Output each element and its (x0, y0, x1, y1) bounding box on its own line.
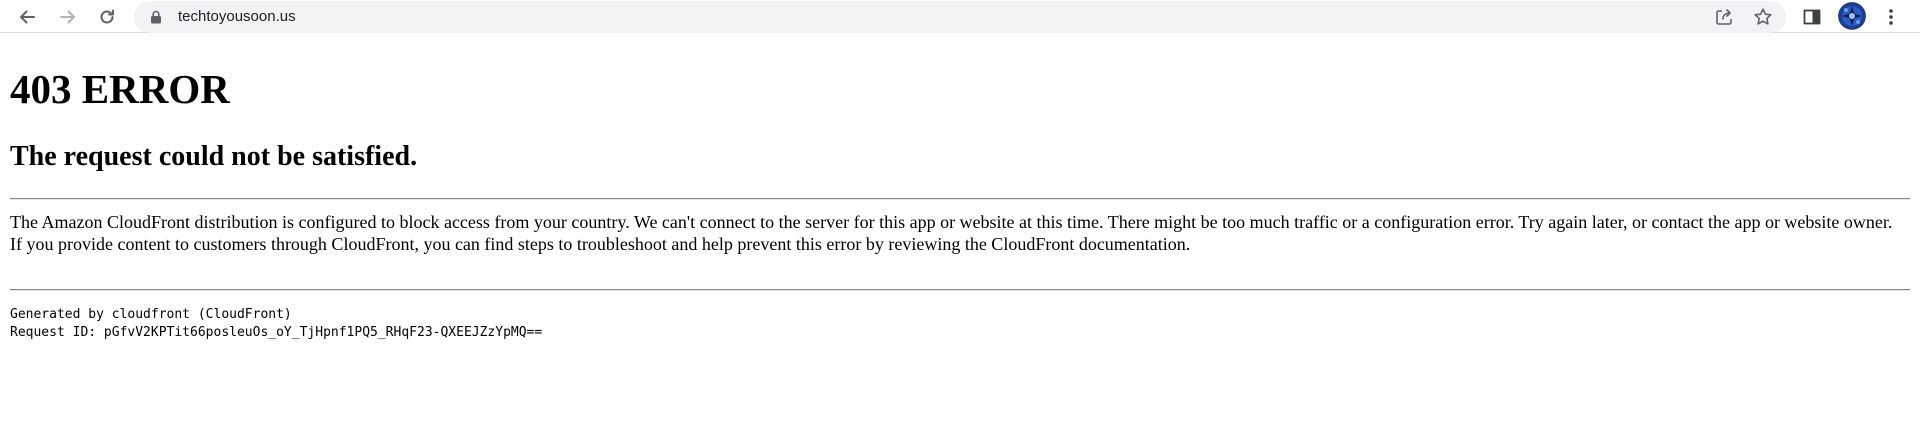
avatar[interactable] (1838, 2, 1866, 30)
generated-by-text: Generated by cloudfront (CloudFront) (10, 307, 292, 322)
page-subtitle: The request could not be satisfied. (10, 141, 418, 172)
url-text[interactable]: techtoyousoon.us (178, 8, 296, 25)
diagnostic-info: Generated by cloudfront (CloudFront) Requ… (10, 306, 542, 342)
back-arrow-icon[interactable] (12, 2, 42, 32)
kebab-menu-icon[interactable] (1879, 5, 1903, 29)
star-icon[interactable] (1751, 5, 1775, 29)
error-paragraph-1: The Amazon CloudFront distribution is co… (10, 212, 1893, 232)
forward-arrow-icon[interactable] (53, 2, 83, 32)
lock-icon[interactable] (150, 10, 162, 24)
request-id-text: Request ID: pGfvV2KPTit66posleuOs_oY_TjH… (10, 325, 543, 340)
share-icon[interactable] (1712, 5, 1736, 29)
error-paragraph-2: If you provide content to customers thro… (10, 234, 1191, 254)
page-title: 403 ERROR (10, 66, 230, 112)
address-bar[interactable]: techtoyousoon.us (134, 1, 1786, 33)
error-description: The Amazon CloudFront distribution is co… (10, 211, 1910, 255)
divider (10, 198, 1910, 200)
reload-icon[interactable] (92, 2, 122, 32)
side-panel-icon[interactable] (1800, 5, 1824, 29)
divider (10, 289, 1910, 291)
browser-toolbar: techtoyousoon.us (0, 0, 1920, 33)
